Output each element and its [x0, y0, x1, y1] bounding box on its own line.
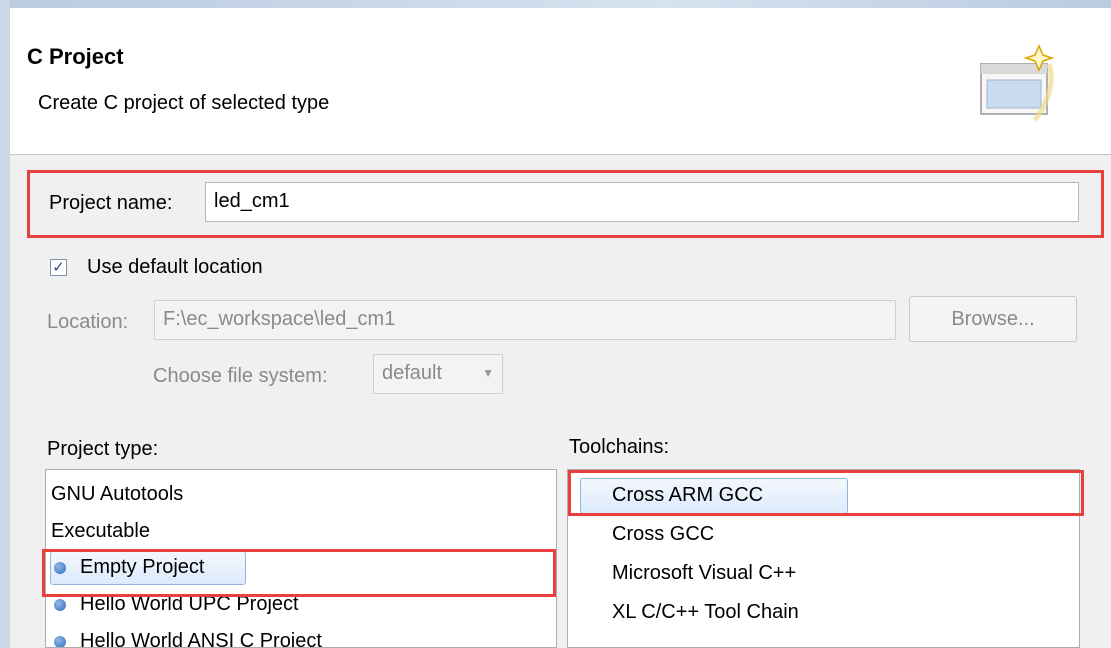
- location-label: Location:: [47, 311, 129, 333]
- project-name-highlight: [27, 170, 1104, 238]
- page-subtitle: Create C project of selected type: [38, 92, 330, 114]
- project-type-label: Project type:: [47, 438, 159, 460]
- page-title: C Project: [27, 44, 124, 69]
- wizard-header: C Project Create C project of selected t…: [10, 8, 1111, 155]
- empty-project-highlight: [42, 549, 556, 597]
- new-project-wizard-icon: [980, 44, 1055, 122]
- toolchain-item-cross-gcc[interactable]: Cross GCC: [612, 523, 714, 546]
- wizard-content: Project name: led_cm1 ✓ Use default loca…: [10, 155, 1111, 648]
- use-default-location-checkbox[interactable]: ✓: [50, 259, 67, 276]
- chevron-down-icon: ▼: [482, 366, 494, 380]
- toolchain-item-microsoft-visual-cpp[interactable]: Microsoft Visual C++: [612, 562, 796, 585]
- bullet-icon: [54, 635, 66, 647]
- browse-button[interactable]: Browse...: [909, 296, 1077, 342]
- file-system-label: Choose file system:: [153, 365, 328, 387]
- bullet-icon: [54, 598, 66, 611]
- file-system-select[interactable]: default ▼: [373, 354, 503, 394]
- toolchain-highlight: [568, 470, 1084, 516]
- window-frame-top: [0, 0, 1111, 8]
- project-type-item-hello-world-ansi-c[interactable]: Hello World ANSI C Project: [54, 630, 322, 647]
- file-system-value: default: [382, 362, 443, 384]
- project-type-item-gnu-autotools[interactable]: GNU Autotools: [51, 483, 183, 506]
- project-type-item-executable[interactable]: Executable: [51, 520, 150, 543]
- toolchain-item-xl-cpp-tool-chain[interactable]: XL C/C++ Tool Chain: [612, 601, 799, 624]
- use-default-location-label: Use default location: [87, 256, 263, 278]
- window-frame-left: [0, 0, 10, 648]
- location-input[interactable]: F:\ec_workspace\led_cm1: [154, 300, 896, 340]
- toolchains-label: Toolchains:: [569, 436, 670, 458]
